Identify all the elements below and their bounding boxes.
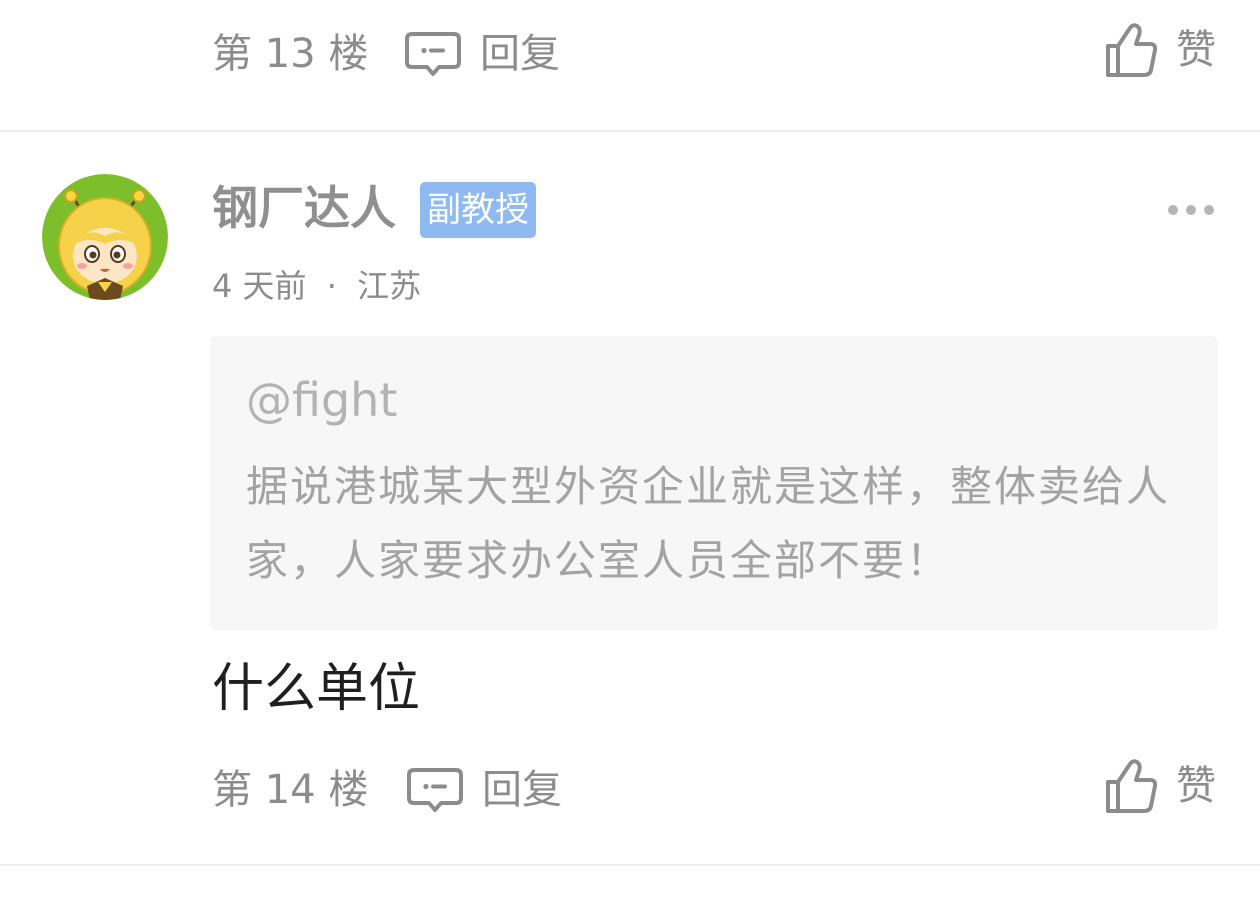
like-label: 赞 [1176, 763, 1216, 809]
thumbs-up-icon [1106, 23, 1158, 77]
rank-badge: 副教授 [420, 182, 536, 238]
more-options-button[interactable] [1168, 198, 1214, 222]
divider [0, 864, 1260, 866]
comment-bubble-icon [405, 32, 461, 76]
meta-separator: · [326, 267, 337, 305]
divider [0, 130, 1260, 132]
reply-button[interactable]: 回复 [404, 28, 560, 80]
action-bar-floor-13: 第 13 楼 回复 赞 [0, 18, 1260, 88]
comment-thread: 第 13 楼 回复 赞 钢厂达人 副教授 4 天前 · 江苏 @fight 据说… [0, 0, 1260, 908]
floor-label: 第 13 楼 [212, 31, 369, 77]
more-dots-icon [1204, 205, 1214, 215]
reply-label: 回复 [480, 31, 560, 77]
comment-bubble-icon [407, 768, 463, 812]
comment-text: 什么单位 [212, 659, 421, 719]
like-button[interactable]: 赞 [1104, 756, 1216, 816]
reply-label: 回复 [482, 767, 562, 813]
avatar-bee-image [42, 174, 168, 300]
time-ago: 4 天前 [212, 267, 307, 305]
username[interactable]: 钢厂达人 [212, 180, 396, 236]
action-bar-floor-14: 第 14 楼 回复 赞 [0, 752, 1260, 822]
more-dots-icon [1168, 205, 1178, 215]
thumbs-up-icon [1106, 759, 1158, 813]
quote-text: 据说港城某大型外资企业就是这样，整体卖给人家，人家要求办公室人员全部不要！ [246, 462, 1171, 585]
floor-label: 第 14 楼 [212, 767, 369, 813]
like-label: 赞 [1176, 27, 1216, 73]
location: 江苏 [357, 267, 422, 305]
quote-username: @fight [246, 373, 398, 427]
more-dots-icon [1186, 205, 1196, 215]
comment-meta: 4 天前 · 江苏 [212, 266, 421, 306]
avatar[interactable] [42, 174, 168, 300]
like-button[interactable]: 赞 [1104, 20, 1216, 80]
quoted-comment[interactable]: @fight 据说港城某大型外资企业就是这样，整体卖给人家，人家要求办公室人员全… [210, 336, 1218, 630]
reply-button[interactable]: 回复 [406, 764, 562, 816]
